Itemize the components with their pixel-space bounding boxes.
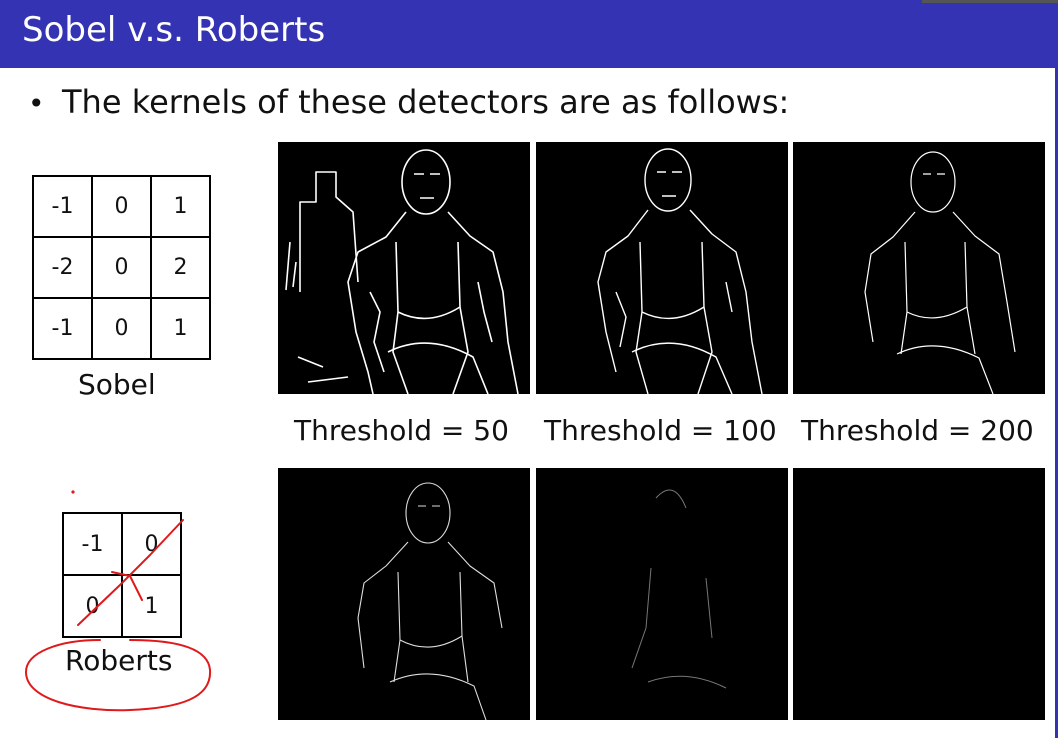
bullet-text: The kernels of these detectors are as fo… (62, 83, 790, 121)
sobel-cell: 0 (91, 236, 152, 299)
sobel-cell: -1 (32, 175, 93, 238)
roberts-kernel-matrix: -1 0 0 1 (62, 512, 182, 638)
threshold-label-100: Threshold = 100 (544, 414, 777, 447)
bullet-point: • The kernels of these detectors are as f… (28, 82, 789, 124)
roberts-cell: 1 (121, 574, 182, 638)
roberts-edge-image-100 (536, 468, 788, 720)
title-bar: Sobel v.s. Roberts (0, 0, 1058, 68)
bullet-dot: • (28, 87, 45, 120)
roberts-cell: -1 (62, 512, 123, 576)
sobel-cell: 1 (150, 175, 211, 238)
sobel-kernel-matrix: -1 0 1 -2 0 2 -1 0 1 (32, 175, 211, 360)
annotation-dot (71, 490, 75, 494)
sobel-cell: 0 (91, 175, 152, 238)
sobel-edge-image-100 (536, 142, 788, 394)
roberts-cell: 0 (62, 574, 123, 638)
sobel-cell: -2 (32, 236, 93, 299)
sobel-cell: -1 (32, 297, 93, 360)
sobel-cell: 0 (91, 297, 152, 360)
sobel-edge-image-200 (793, 142, 1045, 394)
roberts-edge-image-50 (278, 468, 530, 720)
threshold-label-50: Threshold = 50 (294, 414, 509, 447)
sobel-label: Sobel (78, 368, 156, 401)
slide-title: Sobel v.s. Roberts (22, 10, 326, 50)
roberts-label: Roberts (65, 644, 173, 677)
threshold-label-200: Threshold = 200 (801, 414, 1034, 447)
sobel-cell: 2 (150, 236, 211, 299)
sobel-cell: 1 (150, 297, 211, 360)
roberts-edge-image-200 (793, 468, 1045, 720)
title-bar-accent (922, 0, 1058, 3)
roberts-cell: 0 (121, 512, 182, 576)
sobel-edge-image-50 (278, 142, 530, 394)
